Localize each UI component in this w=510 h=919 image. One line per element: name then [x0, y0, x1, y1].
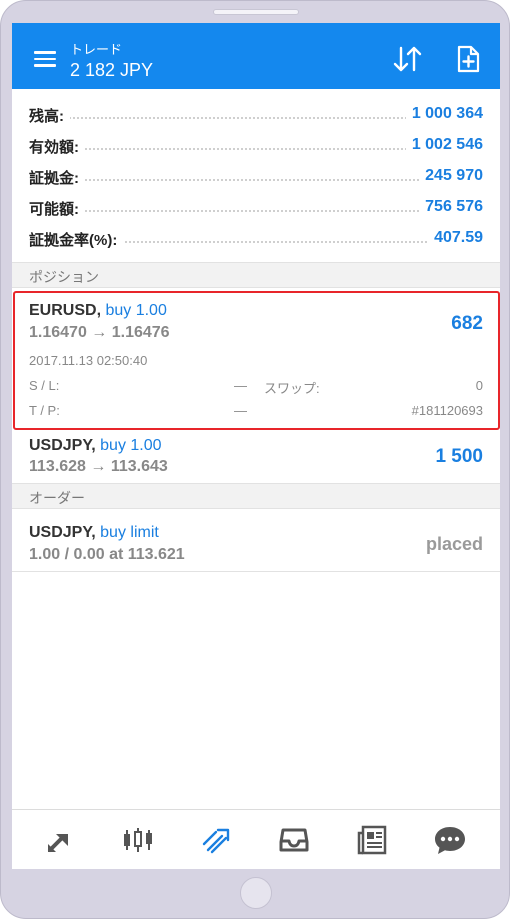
order-symbol: USDJPY, buy limit	[29, 524, 159, 541]
summary-row-margin: 証拠金: 245 970	[12, 161, 500, 192]
bottom-navigation	[12, 809, 500, 869]
sl-label: S / L:	[29, 378, 60, 393]
sl-value: —	[234, 378, 247, 393]
summary-row-balance: 残高: 1 000 364	[12, 99, 500, 130]
menu-icon[interactable]	[34, 51, 56, 67]
app-bar: トレード 2 182 JPY	[12, 23, 500, 89]
positions-section-header: ポジション	[12, 262, 500, 288]
position-profit: 682	[451, 313, 483, 334]
history-icon[interactable]	[276, 822, 312, 858]
orders-section-header: オーダー	[12, 483, 500, 509]
list-divider	[12, 571, 500, 572]
swap-value: 0	[475, 378, 483, 393]
new-order-icon[interactable]	[456, 45, 480, 73]
position-prices: 1.16470 → 1.16476	[29, 324, 170, 341]
phone-frame: トレード 2 182 JPY 残高: 1 000 364 有効額: 1 002 …	[0, 0, 510, 919]
summary-row-margin-level: 証拠金率(%): 407.59	[12, 223, 500, 254]
sort-icon[interactable]	[392, 45, 424, 73]
section-title: ポジション	[29, 269, 99, 285]
app-screen: トレード 2 182 JPY 残高: 1 000 364 有効額: 1 002 …	[12, 23, 500, 869]
news-icon[interactable]	[354, 822, 390, 858]
position-side: buy 1.00	[105, 302, 167, 319]
summary-label: 残高:	[29, 105, 70, 126]
summary-label: 証拠金:	[29, 167, 85, 188]
ticket-number: #181120693	[411, 403, 483, 418]
trade-icon[interactable]	[198, 822, 234, 858]
chart-icon[interactable]	[120, 822, 156, 858]
page-title: トレード	[70, 42, 123, 57]
quotes-icon[interactable]	[42, 822, 78, 858]
summary-value: 756 576	[419, 198, 483, 216]
position-item-usdjpy[interactable]: USDJPY, buy 1.00 113.628 → 113.643 1 500	[12, 431, 500, 483]
position-time: 2017.11.13 02:50:40	[29, 353, 148, 368]
summary-label: 可能額:	[29, 198, 85, 219]
account-profit: 2 182 JPY	[70, 60, 154, 80]
dotted-leader	[29, 210, 483, 212]
swap-label: スワップ:	[264, 381, 320, 396]
position-prices: 113.628 → 113.643	[29, 458, 168, 475]
tp-label: T / P:	[29, 403, 60, 418]
summary-value: 1 000 364	[405, 105, 483, 123]
dotted-leader	[29, 179, 483, 181]
summary-row-free-margin: 可能額: 756 576	[12, 192, 500, 223]
summary-value: 1 002 546	[405, 136, 483, 154]
summary-label: 証拠金率(%):	[29, 229, 124, 250]
order-side: buy limit	[100, 524, 159, 541]
position-symbol: EURUSD, buy 1.00	[29, 302, 167, 319]
tp-value: —	[234, 403, 247, 418]
summary-value: 245 970	[419, 167, 483, 185]
summary-label: 有効額:	[29, 136, 85, 157]
position-side: buy 1.00	[100, 437, 162, 454]
order-detail: 1.00 / 0.00 at 113.621	[29, 546, 185, 563]
section-title: オーダー	[29, 490, 85, 506]
chat-icon[interactable]	[432, 822, 468, 858]
phone-speaker	[213, 9, 299, 15]
position-item-eurusd[interactable]: EURUSD, buy 1.00 1.16470 → 1.16476 682 2…	[12, 289, 500, 431]
position-profit: 1 500	[435, 446, 483, 467]
home-button[interactable]	[240, 877, 272, 909]
position-symbol: USDJPY, buy 1.00	[29, 437, 162, 454]
order-status: placed	[425, 534, 483, 554]
summary-value: 407.59	[428, 229, 483, 247]
summary-row-equity: 有効額: 1 002 546	[12, 130, 500, 161]
account-summary: 残高: 1 000 364 有効額: 1 002 546 証拠金: 245 97…	[12, 99, 500, 254]
order-item-usdjpy[interactable]: USDJPY, buy limit 1.00 / 0.00 at 113.621…	[12, 515, 500, 571]
